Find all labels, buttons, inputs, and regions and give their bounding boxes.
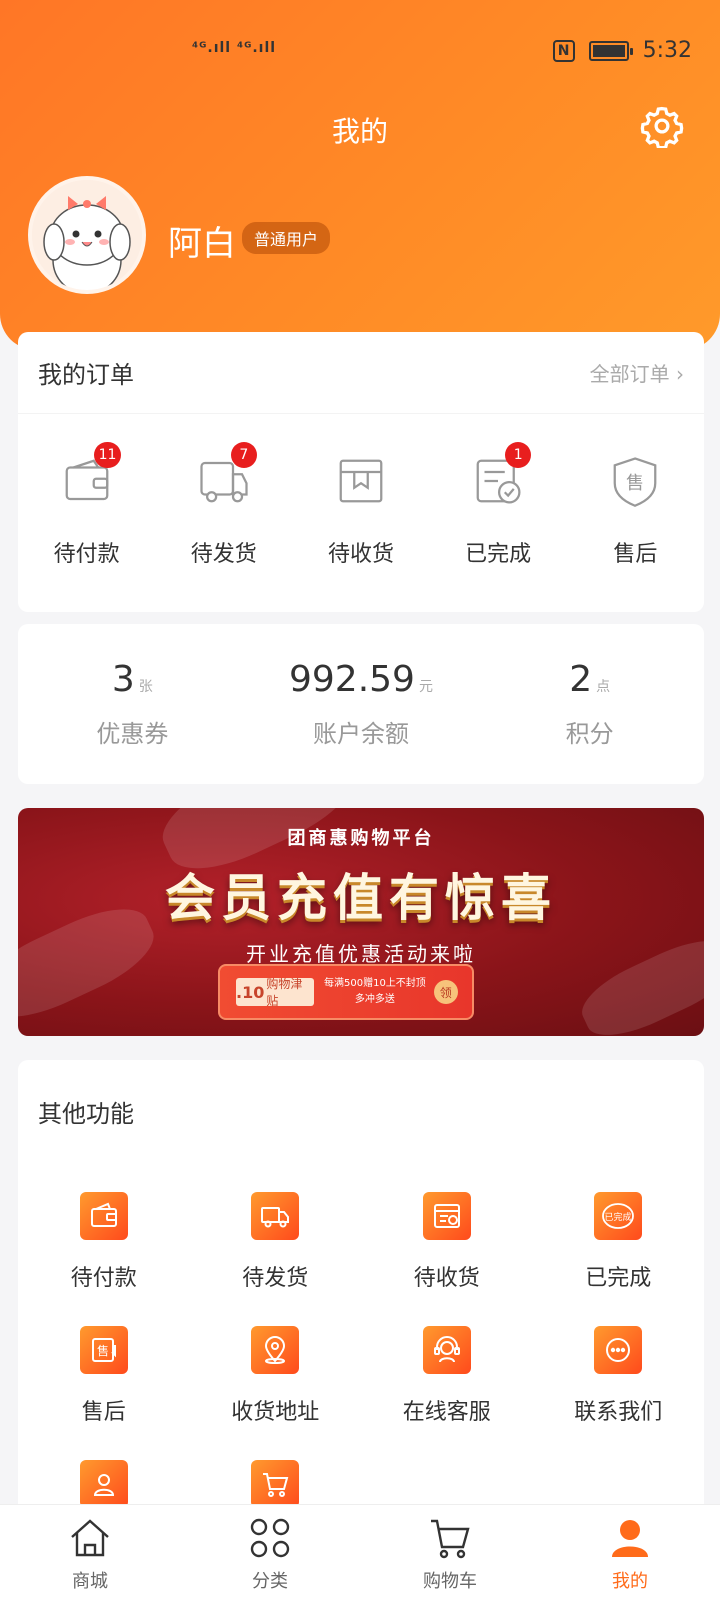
svg-text:已完成: 已完成 [605,1211,632,1223]
cart-icon [251,1460,300,1508]
tab-mall[interactable]: 商城 [0,1505,180,1600]
order-pending-shipment[interactable]: 7 待发货 [159,442,289,568]
pending-payment-badge: 11 [93,442,122,468]
other-functions-title: 其他功能 [38,1100,134,1128]
banner-headline: 会员充值有惊喜 [165,869,557,927]
order-after-sale[interactable]: 售 售后 [570,454,700,568]
tab-label: 分类 [252,1571,288,1592]
points-unit: 点 [596,679,611,695]
svg-text:售: 售 [626,473,644,494]
function-label: 待收货 [413,1266,480,1291]
coupon-count: 3 [111,659,135,700]
chat-bubble-icon [594,1326,643,1374]
function-contact-us[interactable]: 联系我们 [533,1326,705,1436]
user-icon [612,1520,648,1557]
order-completed[interactable]: 1 已完成 [433,442,563,568]
balance-value: 992.59 [289,659,415,700]
status-bar: ⁴ᴳ.ıll ⁴ᴳ.ıll N 5:32 [0,0,720,100]
coupon-claim-button[interactable]: 领 [433,980,458,1004]
order-pending-payment[interactable]: 11 待付款 [22,442,152,568]
function-pending-receipt[interactable]: 待收货 [361,1192,533,1302]
function-shipping-address[interactable]: 收货地址 [190,1326,362,1436]
clock: 5:32 [642,38,692,63]
order-pending-receipt[interactable]: 待收货 [296,454,426,568]
function-label: 售后 [81,1400,126,1425]
banner-coupon[interactable]: .10 购物津贴 每满500赠10上不封顶 多冲多送 领 [218,964,474,1020]
order-label: 已完成 [465,542,532,567]
bottom-tab-bar: 商城 分类 购物车 我的 [0,1504,720,1600]
points-label: 积分 [565,720,614,748]
order-label: 待发货 [190,542,257,567]
function-pending-payment[interactable]: 待付款 [18,1192,190,1302]
tab-label: 购物车 [423,1571,477,1592]
function-label: 在线客服 [402,1400,491,1425]
points-value: 2 [569,659,593,700]
user-level-badge: 普通用户 [242,222,331,254]
coupon-ticket: .10 购物津贴 [236,977,314,1008]
completed-badge: 1 [505,442,532,468]
coupon-amount: .10 [236,982,265,1002]
all-orders-link[interactable]: 全部订单 › [590,358,684,387]
headset-icon [422,1326,471,1374]
balance-label: 账户余额 [312,720,409,748]
puppy-avatar-icon [32,180,142,290]
tab-cart[interactable]: 购物车 [360,1505,540,1600]
points-stat[interactable]: 2点 积分 [490,659,690,749]
settings-gear-icon[interactable] [640,104,684,148]
function-completed[interactable]: 已完成 已完成 [533,1192,705,1302]
truck-icon [251,1192,300,1240]
tab-label: 商城 [72,1571,108,1592]
pending-shipment-badge: 7 [230,442,257,468]
function-label: 已完成 [585,1266,652,1291]
banner-subtitle: 开业充值优惠活动来啦 [246,942,476,966]
coupon-desc-line2: 多冲多送 [354,994,395,1005]
coupon-description: 每满500赠10上不封顶 多冲多送 [324,976,426,1008]
function-online-service[interactable]: 在线客服 [361,1326,533,1436]
orders-title: 我的订单 [38,361,134,389]
signal-indicator: ⁴ᴳ.ıll ⁴ᴳ.ıll [192,40,277,56]
balance-unit: 元 [418,679,433,695]
function-label: 联系我们 [574,1400,663,1425]
svg-text:售: 售 [97,1343,109,1358]
my-orders-card: 我的订单 全部订单 › 11 待付款 7 待发货 待收货 1 已完成 售 售后 [18,332,704,612]
location-pin-icon [251,1326,300,1374]
function-label: 收货地址 [231,1400,320,1425]
wallet-icon [79,1192,128,1240]
page-title: 我的 [331,115,388,148]
promo-banner[interactable]: 团商惠购物平台 会员充值有惊喜 开业充值优惠活动来啦 .10 购物津贴 每满500… [18,808,704,1036]
order-label: 售后 [613,542,658,567]
avatar[interactable] [28,176,146,294]
coupon-stat[interactable]: 3张 优惠券 [32,659,232,749]
after-sale-icon: 售 [79,1326,128,1374]
balance-stat[interactable]: 992.59 元 账户余额 [261,659,461,749]
battery-icon [588,40,633,61]
coupon-label: 优惠券 [96,720,169,748]
coupon-desc-line1: 每满500赠10上不封顶 [324,978,426,989]
user-profile-icon [79,1460,128,1508]
function-label: 待付款 [70,1266,137,1291]
home-icon [71,1519,109,1557]
banner-platform-name: 团商惠购物平台 [287,828,435,849]
tab-category[interactable]: 分类 [180,1505,360,1600]
package-icon [339,459,383,503]
cart-icon [431,1519,470,1559]
function-after-sale[interactable]: 售 售后 [18,1326,190,1436]
coupon-name: 购物津贴 [266,977,303,1008]
coupon-unit: 张 [138,679,153,695]
other-functions-card: 其他功能 待付款 待发货 待收货 已完成 已完成 售 售后 收货地址 在线客服 … [18,1060,704,1520]
shield-icon: 售 [613,457,657,507]
order-label: 待付款 [53,542,120,567]
function-pending-shipment[interactable]: 待发货 [190,1192,362,1302]
tab-mine[interactable]: 我的 [540,1505,720,1600]
function-label: 待发货 [242,1266,309,1291]
order-label: 待收货 [327,542,394,567]
calendar-clock-icon [422,1192,471,1240]
account-stats-card: 3张 优惠券 992.59 元 账户余额 2点 积分 [18,624,704,784]
tab-label: 我的 [612,1571,648,1592]
username: 阿白 [168,224,236,264]
completed-stamp-icon: 已完成 [594,1192,643,1240]
nfc-icon: N [552,39,575,62]
category-icon [250,1518,290,1558]
